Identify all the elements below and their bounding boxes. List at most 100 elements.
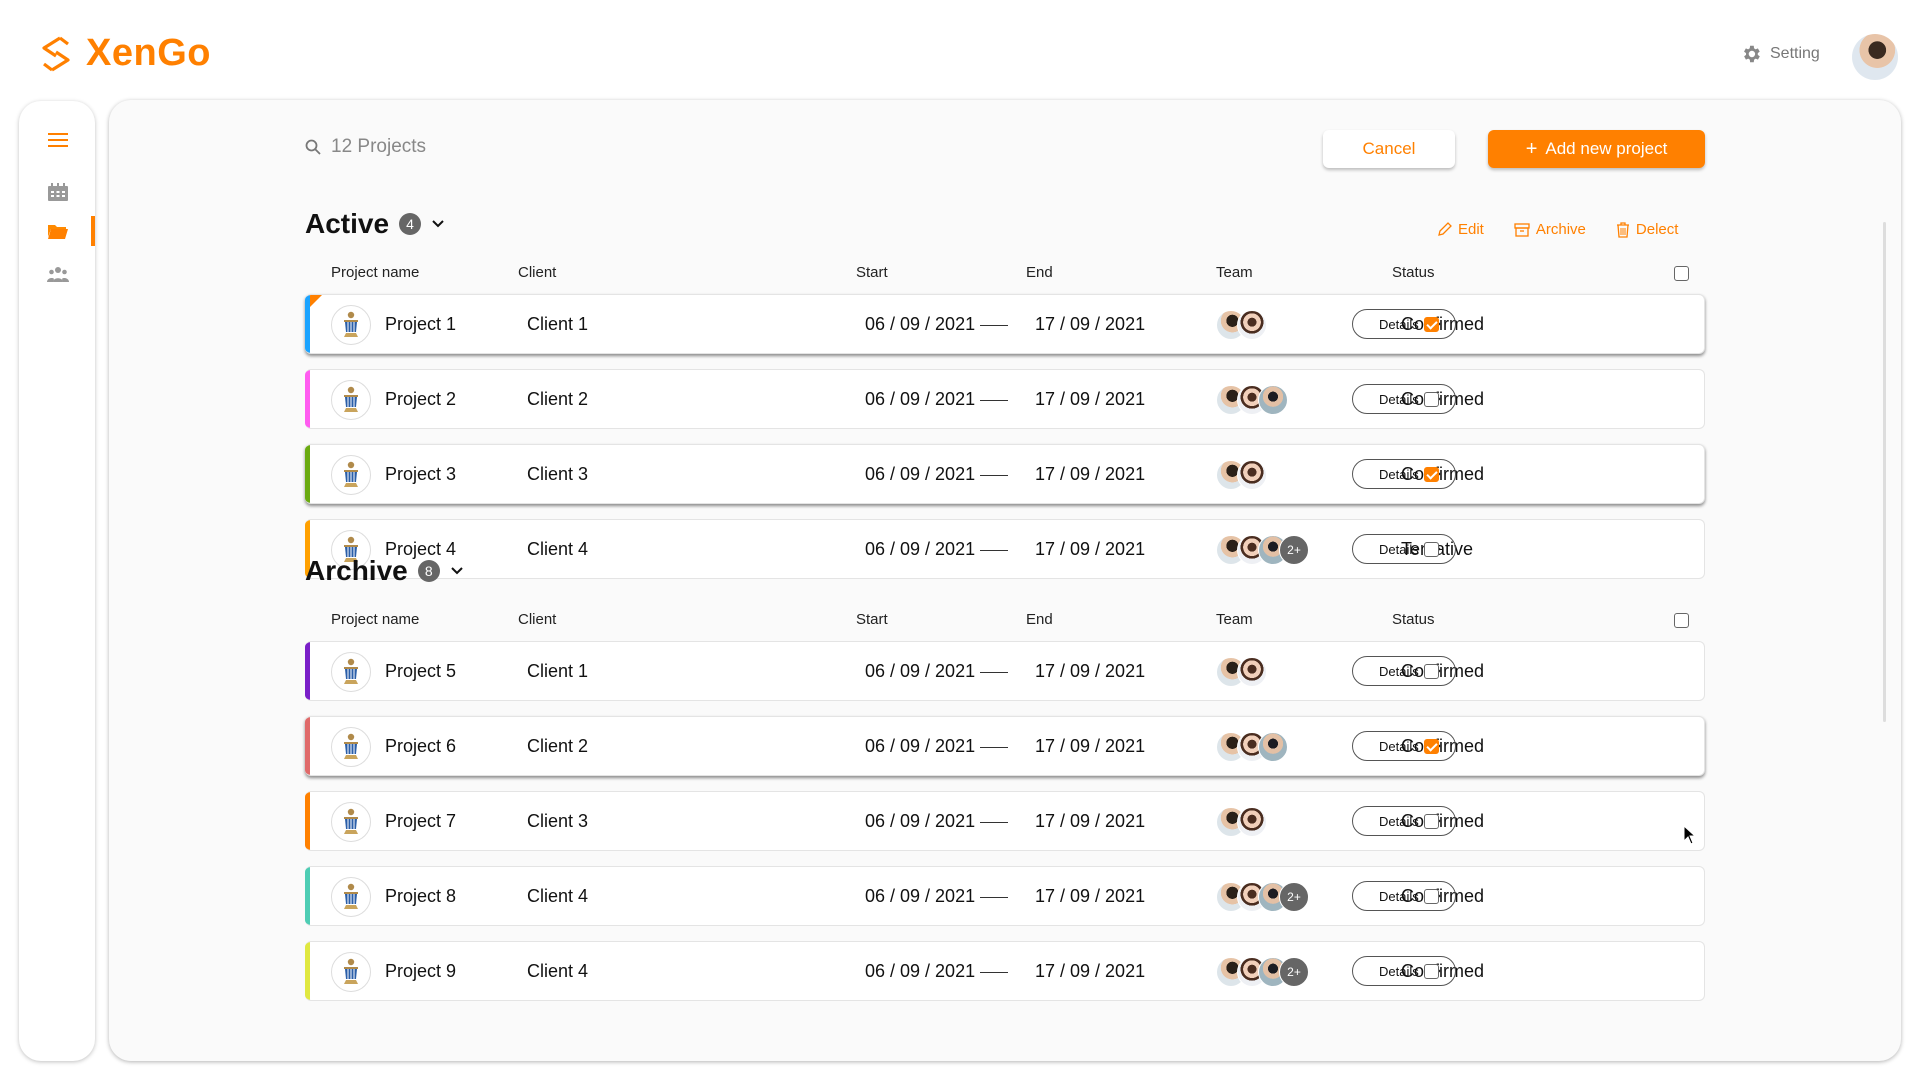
end-date: 17 / 09 / 2021 [1035, 464, 1146, 484]
search-placeholder: 12 Projects [331, 136, 427, 157]
row-checkbox[interactable] [1424, 317, 1439, 332]
date-range-separator [980, 475, 1008, 476]
team-member-avatar [1258, 732, 1288, 762]
table-row[interactable]: Project 8 Client 4 06 / 09 / 2021 17 / 0… [305, 866, 1705, 926]
column-header-name: Project name [331, 264, 420, 281]
client-name: Client 3 [527, 464, 589, 484]
section-header-active[interactable]: Active 4 [305, 208, 445, 240]
more-members-badge: 2+ [1279, 535, 1309, 565]
section-title: Archive [305, 555, 408, 586]
brand-logo[interactable]: XenGo [40, 32, 211, 75]
end-date: 17 / 09 / 2021 [1035, 389, 1146, 409]
details-button[interactable]: Details› [1352, 309, 1456, 339]
sidebar-item-calendar[interactable] [45, 181, 71, 203]
edit-label: Edit [1458, 221, 1484, 238]
sidebar-item-team[interactable] [45, 263, 71, 285]
row-checkbox[interactable] [1424, 889, 1439, 904]
bulk-actions: Edit Archive Delect [1437, 221, 1678, 238]
row-checkbox[interactable] [1424, 542, 1439, 557]
main-panel: 12 Projects Cancel + Add new project Edi… [109, 100, 1901, 1061]
table-row[interactable]: Project 3 Client 3 06 / 09 / 2021 17 / 0… [305, 444, 1705, 504]
details-button[interactable]: Details› [1352, 806, 1456, 836]
user-avatar[interactable] [1852, 34, 1898, 80]
details-button[interactable]: Details› [1352, 384, 1456, 414]
details-button[interactable]: Details› [1352, 731, 1456, 761]
cancel-button[interactable]: Cancel [1323, 130, 1455, 168]
details-label: Details [1379, 663, 1419, 679]
calendar-icon [48, 183, 68, 201]
row-checkbox[interactable] [1424, 664, 1439, 679]
row-color-bar [305, 942, 310, 1000]
select-all-checkbox[interactable] [1674, 266, 1689, 281]
date-range-separator [980, 897, 1008, 898]
archive-button[interactable]: Archive [1514, 221, 1586, 238]
start-date: 06 / 09 / 2021 [865, 886, 976, 906]
details-button[interactable]: Details› [1352, 956, 1456, 986]
details-label: Details [1379, 813, 1419, 829]
section-header-archive[interactable]: Archive 8 [305, 555, 464, 587]
row-color-bar [305, 445, 310, 503]
client-name: Client 1 [527, 661, 589, 681]
end-date: 17 / 09 / 2021 [1035, 886, 1146, 906]
client-name: Client 4 [527, 886, 589, 906]
sidebar-item-projects[interactable] [45, 220, 71, 242]
row-checkbox[interactable] [1424, 964, 1439, 979]
mouse-cursor-icon [1683, 825, 1697, 845]
row-checkbox[interactable] [1424, 739, 1439, 754]
chevron-down-icon[interactable] [450, 566, 464, 576]
xengo-logo-icon [42, 36, 70, 71]
project-name[interactable]: Project 7 [385, 811, 456, 832]
details-button[interactable]: Details› [1352, 534, 1456, 564]
gear-icon [1744, 45, 1760, 63]
start-date: 06 / 09 / 2021 [865, 539, 976, 559]
menu-button[interactable] [45, 129, 71, 151]
column-header-name: Project name [331, 611, 420, 628]
column-header-start: Start [856, 264, 888, 281]
table-row[interactable]: Project 5 Client 1 06 / 09 / 2021 17 / 0… [305, 641, 1705, 701]
project-name[interactable]: Project 2 [385, 389, 456, 410]
date-range-separator [980, 822, 1008, 823]
team-icon [47, 267, 69, 282]
table-row[interactable]: Project 9 Client 4 06 / 09 / 2021 17 / 0… [305, 941, 1705, 1001]
column-header-team: Team [1216, 264, 1253, 281]
setting-button[interactable]: Setting [1740, 43, 1820, 65]
details-button[interactable]: Details› [1352, 459, 1456, 489]
column-header-client: Client [518, 264, 557, 281]
row-checkbox[interactable] [1424, 814, 1439, 829]
add-new-project-button[interactable]: + Add new project [1488, 130, 1705, 168]
date-range-separator [980, 325, 1008, 326]
row-checkbox[interactable] [1424, 467, 1439, 482]
chevron-down-icon[interactable] [431, 219, 445, 229]
project-logo-icon [331, 652, 371, 692]
project-name[interactable]: Project 3 [385, 464, 456, 485]
more-members-badge: 2+ [1279, 957, 1309, 987]
row-color-bar [305, 717, 310, 775]
project-logo-icon [331, 877, 371, 917]
details-button[interactable]: Details› [1352, 881, 1456, 911]
details-button[interactable]: Details› [1352, 656, 1456, 686]
edit-button[interactable]: Edit [1437, 221, 1484, 238]
brand-name: XenGo [86, 32, 211, 74]
table-row[interactable]: Project 1 Client 1 06 / 09 / 2021 17 / 0… [305, 294, 1705, 354]
project-logo-icon [331, 802, 371, 842]
table-row[interactable]: Project 4 Client 4 06 / 09 / 2021 17 / 0… [305, 519, 1705, 579]
delete-button[interactable]: Delect [1616, 221, 1678, 238]
search-input[interactable]: 12 Projects [305, 136, 426, 158]
table-row[interactable]: Project 7 Client 3 06 / 09 / 2021 17 / 0… [305, 791, 1705, 851]
project-name[interactable]: Project 5 [385, 661, 456, 682]
project-name[interactable]: Project 1 [385, 314, 456, 335]
row-color-bar [305, 792, 310, 850]
table-row[interactable]: Project 2 Client 2 06 / 09 / 2021 17 / 0… [305, 369, 1705, 429]
client-name: Client 3 [527, 811, 589, 831]
row-color-bar [305, 370, 310, 428]
row-checkbox[interactable] [1424, 392, 1439, 407]
project-name[interactable]: Project 6 [385, 736, 456, 757]
start-date: 06 / 09 / 2021 [865, 314, 976, 334]
select-all-checkbox[interactable] [1674, 613, 1689, 628]
details-label: Details [1379, 541, 1419, 557]
start-date: 06 / 09 / 2021 [865, 389, 976, 409]
table-row[interactable]: Project 6 Client 2 06 / 09 / 2021 17 / 0… [305, 716, 1705, 776]
project-name[interactable]: Project 9 [385, 961, 456, 982]
project-name[interactable]: Project 8 [385, 886, 456, 907]
scrollbar[interactable] [1883, 222, 1886, 722]
